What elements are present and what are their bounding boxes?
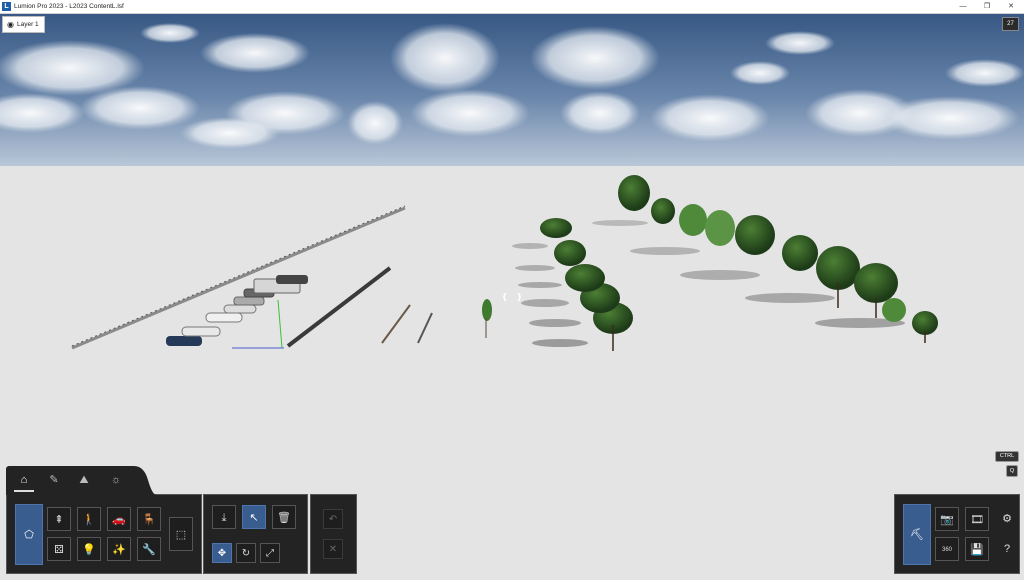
calendar-icon[interactable]: 27 <box>1002 17 1019 31</box>
weather-tab[interactable]: ☼ <box>106 470 126 490</box>
clear-button[interactable]: ✕ <box>323 539 343 559</box>
title-bar: L Lumion Pro 2023 - L2023 ContentL.lsf —… <box>0 0 1024 14</box>
utility-button[interactable]: ⚄ <box>47 537 71 561</box>
scale-button[interactable]: ⤢ <box>260 543 280 563</box>
lumion-logo-icon: L <box>2 2 11 11</box>
q-key-hint: Q <box>1006 465 1018 477</box>
close-button[interactable]: ✕ <box>999 0 1023 13</box>
tabs-curve <box>134 466 156 495</box>
tools-button[interactable]: 🔧 <box>137 537 161 561</box>
settings-button[interactable]: ⚙ <box>995 507 1019 531</box>
history-panel: ↶ ✕ <box>310 494 357 574</box>
movie-mode-button[interactable]: 🎞 <box>965 507 989 531</box>
panorama-mode-button[interactable]: 360 <box>935 537 959 561</box>
move-button[interactable]: ✥ <box>212 543 232 563</box>
select-area-button[interactable]: ⬚ <box>169 517 193 551</box>
placement-tools-panel: ⤓ ↖ 🗑 ✥ ↻ ⤢ <box>203 494 308 574</box>
effects-button[interactable]: ✨ <box>107 537 131 561</box>
mode-panel: ⛏ 📷 🎞 ⚙ 360 💾 ? <box>894 494 1020 574</box>
layer-label: Layer 1 <box>16 21 39 28</box>
ctrl-key-hint: CTRL <box>995 451 1019 462</box>
rotate-button[interactable]: ↻ <box>236 543 256 563</box>
people-button[interactable]: 🚶 <box>77 507 101 531</box>
lights-button[interactable]: 💡 <box>77 537 101 561</box>
photo-mode-button[interactable]: 📷 <box>935 507 959 531</box>
eye-icon[interactable]: ◉ <box>7 17 14 32</box>
build-mode-button[interactable]: ⛏ <box>903 504 931 565</box>
landscape-tab[interactable]: ⛰ <box>74 470 94 490</box>
restore-button[interactable]: ❐ <box>975 0 999 13</box>
home-tab[interactable]: ⌂ <box>14 470 34 492</box>
object-library-panel: ⬠ ⇞ 🚶 🚗 🪑 ⚄ 💡 ✨ 🔧 ⬚ <box>6 494 202 574</box>
layer-selector[interactable]: ◉ Layer 1 <box>2 16 45 33</box>
undo-button[interactable]: ↶ <box>323 509 343 529</box>
small-plant <box>482 299 492 321</box>
object-library-button[interactable]: ⬠ <box>15 504 43 565</box>
select-button[interactable]: ↖ <box>242 505 266 529</box>
window-title: Lumion Pro 2023 - L2023 ContentL.lsf <box>14 3 124 10</box>
save-button[interactable]: 💾 <box>965 537 989 561</box>
indoor-button[interactable]: 🪑 <box>137 507 161 531</box>
place-object-button[interactable]: ⤓ <box>212 505 236 529</box>
nature-button[interactable]: ⇞ <box>47 507 71 531</box>
help-button[interactable]: ? <box>995 537 1019 561</box>
minimize-button[interactable]: — <box>951 0 975 13</box>
paint-tab[interactable]: ✎ <box>44 470 64 490</box>
category-tabs: ⌂ ✎ ⛰ ☼ <box>6 466 134 495</box>
transport-button[interactable]: 🚗 <box>107 507 131 531</box>
delete-button[interactable]: 🗑 <box>272 505 296 529</box>
